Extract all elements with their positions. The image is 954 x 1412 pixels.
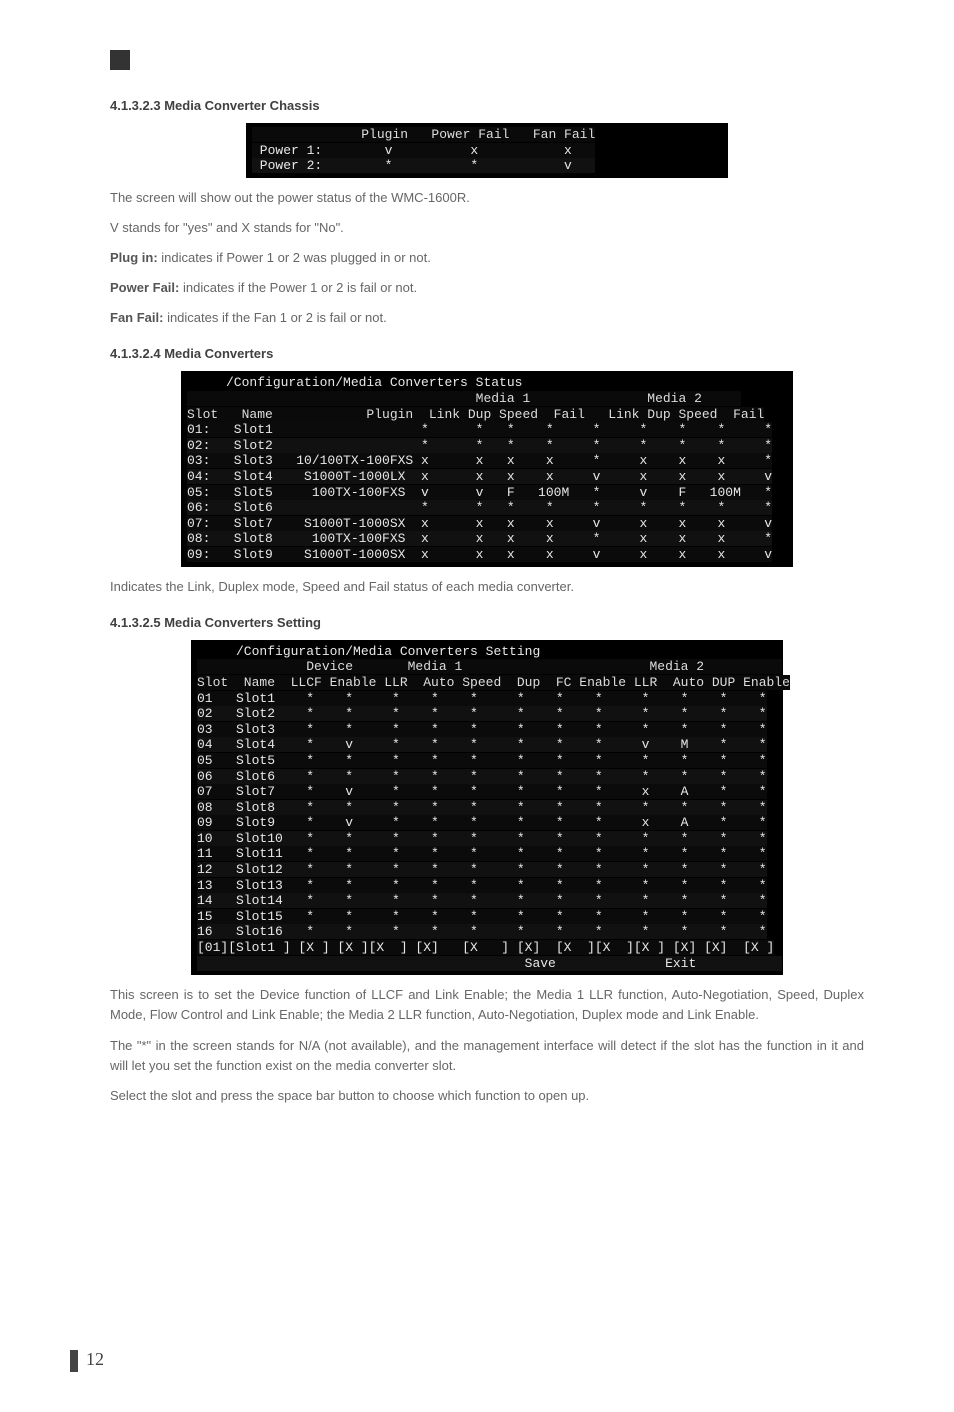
rest-powerfail: indicates if the Power 1 or 2 is fail or… [179, 280, 417, 295]
status-row: 06: Slot6 * * * * * * * * * [187, 500, 772, 515]
setting-row: 05 Slot5 * * * * * * * * * * * * [197, 753, 767, 768]
page: 4.1.3.2.3 Media Converter Chassis Plugin… [0, 0, 954, 1412]
setting-row: 16 Slot16 * * * * * * * * * * * * [197, 924, 767, 939]
setting-row: 07 Slot7 * v * * * * * * x A * * [197, 784, 767, 799]
setting-row: 06 Slot6 * * * * * * * * * * * * [197, 769, 767, 784]
para-setting-1: This screen is to set the Device functio… [110, 985, 864, 1025]
status-row: 01: Slot1 * * * * * * * * * [187, 422, 772, 437]
setting-row: 11 Slot11 * * * * * * * * * * * * [197, 846, 767, 861]
setting-row: 14 Slot14 * * * * * * * * * * * * [197, 893, 767, 908]
setting-row: 10 Slot10 * * * * * * * * * * * * [197, 831, 767, 846]
terminal-converters-status: /Configuration/Media Converters Status M… [181, 371, 793, 566]
para-setting-2: The "*" in the screen stands for N/A (no… [110, 1036, 864, 1076]
terminal-converters-setting: /Configuration/Media Converters Setting … [191, 640, 783, 975]
status-row: 04: Slot4 S1000T-1000LX x x x x v x x x … [187, 469, 772, 484]
setting-row: 12 Slot12 * * * * * * * * * * * * [197, 862, 767, 877]
status-row: 05: Slot5 100TX-100FXS v v F 100M * v F … [187, 485, 772, 500]
setting-row: 09 Slot9 * v * * * * * * x A * * [197, 815, 767, 830]
heading-4-1-3-2-4: 4.1.3.2.4 Media Converters [110, 346, 864, 361]
setting-row: 13 Slot13 * * * * * * * * * * * * [197, 878, 767, 893]
setting-foot1: [01][Slot1 ] [X ] [X ][X ] [X] [X ] [X] … [197, 940, 774, 955]
terminal-power-status: Plugin Power Fail Fan Fail Power 1: v x … [246, 123, 728, 178]
setting-row: 15 Slot15 * * * * * * * * * * * * [197, 909, 767, 924]
page-number: 12 [70, 1349, 104, 1372]
rest-fanfail: indicates if the Fan 1 or 2 is fail or n… [163, 310, 386, 325]
setting-title: /Configuration/Media Converters Setting [197, 644, 540, 659]
heading-4-1-3-2-3: 4.1.3.2.3 Media Converter Chassis [110, 98, 864, 113]
status-hdr1: Media 1 Media 2 [187, 391, 741, 406]
power-header: Plugin Power Fail Fan Fail [252, 127, 595, 142]
status-hdr2: Slot Name Plugin Link Dup Speed Fail Lin… [187, 407, 764, 422]
label-powerfail: Power Fail: [110, 280, 179, 295]
decorative-square [110, 50, 130, 70]
heading-4-1-3-2-5: 4.1.3.2.5 Media Converters Setting [110, 615, 864, 630]
status-title: /Configuration/Media Converters Status [187, 375, 522, 390]
para-plugin: Plug in: indicates if Power 1 or 2 was p… [110, 248, 864, 268]
page-number-bar-icon [70, 1350, 78, 1372]
setting-hdr1: Device Media 1 Media 2 [197, 659, 782, 674]
para-powerfail: Power Fail: indicates if the Power 1 or … [110, 278, 864, 298]
para-setting-3: Select the slot and press the space bar … [110, 1086, 864, 1106]
status-row: 08: Slot8 100TX-100FXS x x x x * x x x * [187, 531, 772, 546]
setting-foot2: Save Exit [197, 956, 782, 971]
power-row-2: Power 2: * * v [252, 158, 595, 173]
setting-row: 04 Slot4 * v * * * * * * v M * * [197, 737, 767, 752]
status-row: 02: Slot2 * * * * * * * * * [187, 438, 772, 453]
status-row: 03: Slot3 10/100TX-100FXS x x x x * x x … [187, 453, 772, 468]
setting-row: 01 Slot1 * * * * * * * * * * * * [197, 691, 767, 706]
setting-row: 03 Slot3 * * * * * * * * * * * * [197, 722, 767, 737]
status-row: 09: Slot9 S1000T-1000SX x x x x v x x x … [187, 547, 772, 562]
power-row-1: Power 1: v x x [252, 143, 595, 158]
label-plugin: Plug in: [110, 250, 158, 265]
para-fanfail: Fan Fail: indicates if the Fan 1 or 2 is… [110, 308, 864, 328]
para-power-1: The screen will show out the power statu… [110, 188, 864, 208]
setting-row: 08 Slot8 * * * * * * * * * * * * [197, 800, 767, 815]
page-number-value: 12 [86, 1349, 104, 1369]
status-row: 07: Slot7 S1000T-1000SX x x x x v x x x … [187, 516, 772, 531]
setting-hdr2: Slot Name LLCF Enable LLR Auto Speed Dup… [197, 675, 790, 690]
rest-plugin: indicates if Power 1 or 2 was plugged in… [158, 250, 431, 265]
para-status: Indicates the Link, Duplex mode, Speed a… [110, 577, 864, 597]
setting-row: 02 Slot2 * * * * * * * * * * * * [197, 706, 767, 721]
label-fanfail: Fan Fail: [110, 310, 163, 325]
para-power-2: V stands for "yes" and X stands for "No"… [110, 218, 864, 238]
